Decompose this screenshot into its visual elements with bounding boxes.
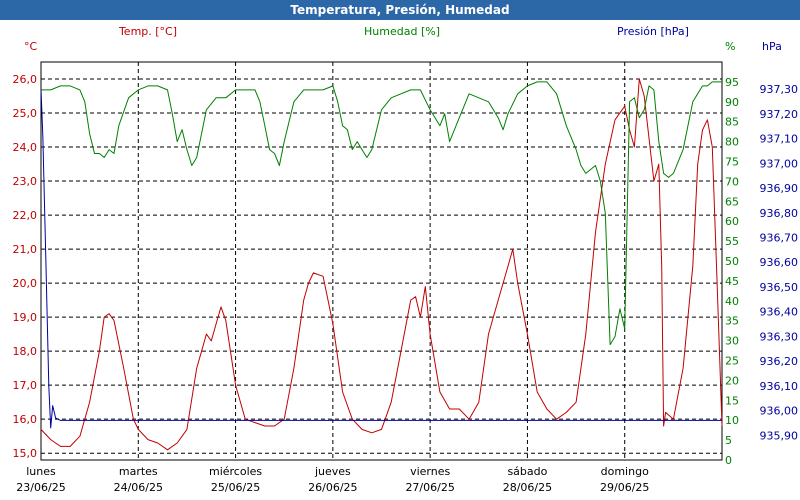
- temp-ticks: 15,0 16,0 17,0 18,0 19,0 20,0 21,0 22,0 23,0 24,0…: [13, 73, 38, 460]
- pres-axis-label: Presión [hPa]: [617, 25, 689, 38]
- x-tick-day: miércoles: [209, 465, 262, 478]
- pres-tick-label: 936,20: [760, 355, 799, 368]
- hum-tick-label: 90: [725, 96, 739, 109]
- hum-tick-label: 45: [725, 275, 739, 288]
- hum-tick-label: 20: [725, 374, 739, 387]
- hum-tick-label: 70: [725, 175, 739, 188]
- x-tick-day: jueves: [314, 465, 351, 478]
- temp-tick-label: 25,0: [13, 107, 38, 120]
- chart-title: Temperatura, Presión, Humedad: [0, 0, 800, 20]
- temp-tick-label: 22,0: [13, 209, 38, 222]
- pres-tick-label: 936,60: [760, 256, 799, 269]
- x-tick-date: 23/06/25: [16, 481, 65, 494]
- x-tick-date: 24/06/25: [114, 481, 163, 494]
- hum-tick-label: 15: [725, 394, 739, 407]
- hum-tick-label: 5: [725, 434, 732, 447]
- chart-area: Temp. [°C] Humedad [%] Presión [hPa] °C …: [13, 25, 799, 494]
- plot-frame: [40, 61, 723, 461]
- pres-tick-label: 937,20: [760, 108, 799, 121]
- temp-tick-label: 23,0: [13, 175, 38, 188]
- x-tick-day: martes: [119, 465, 158, 478]
- x-tick-date: 28/06/25: [503, 481, 552, 494]
- pres-tick-label: 936,40: [760, 306, 799, 319]
- pres-tick-label: 936,80: [760, 207, 799, 220]
- temp-tick-label: 19,0: [13, 311, 38, 324]
- temp-tick-label: 16,0: [13, 413, 38, 426]
- pres-tick-label: 937,00: [760, 157, 799, 170]
- hum-tick-label: 55: [725, 235, 739, 248]
- hum-tick-label: 80: [725, 136, 739, 149]
- hum-tick-label: 95: [725, 76, 739, 89]
- pres-tick-label: 937,30: [760, 83, 799, 96]
- hum-tick-label: 60: [725, 215, 739, 228]
- hum-tick-label: 40: [725, 295, 739, 308]
- hum-tick-label: 85: [725, 116, 739, 129]
- x-tick-date: 29/06/25: [600, 481, 649, 494]
- hum-tick-label: 75: [725, 156, 739, 169]
- pres-tick-label: 936,00: [760, 405, 799, 418]
- temp-tick-label: 20,0: [13, 277, 38, 290]
- hum-tick-label: 50: [725, 255, 739, 268]
- temp-tick-label: 15,0: [13, 447, 38, 460]
- temp-tick-label: 17,0: [13, 379, 38, 392]
- hum-tick-label: 30: [725, 335, 739, 348]
- x-tick-day: sábado: [507, 465, 547, 478]
- x-tick-day: viernes: [410, 465, 450, 478]
- x-tick-day: lunes: [26, 465, 56, 478]
- temp-unit: °C: [24, 40, 38, 53]
- x-tick-day: domingo: [601, 465, 649, 478]
- pres-tick-label: 936,90: [760, 182, 799, 195]
- pres-tick-label: 936,70: [760, 232, 799, 245]
- hum-tick-label: 65: [725, 195, 739, 208]
- temp-tick-label: 18,0: [13, 345, 38, 358]
- x-tick-date: 26/06/25: [308, 481, 357, 494]
- hum-axis-label: Humedad [%]: [364, 25, 440, 38]
- temp-tick-label: 26,0: [13, 73, 38, 86]
- pres-unit: hPa: [762, 40, 782, 53]
- pres-tick-label: 937,10: [760, 133, 799, 146]
- pres-ticks: 935,90 936,00 936,10 936,20 936,30 936,40 936,…: [760, 83, 799, 442]
- x-tick-date: 27/06/25: [405, 481, 454, 494]
- x-ticks: lunes 23/06/25 martes 24/06/25 miércoles 25/0…: [16, 465, 649, 494]
- hum-unit: %: [725, 40, 735, 53]
- hum-tick-label: 25: [725, 355, 739, 368]
- pres-tick-label: 936,10: [760, 380, 799, 393]
- temp-axis-label: Temp. [°C]: [118, 25, 177, 38]
- hum-tick-label: 0: [725, 454, 732, 467]
- temp-tick-label: 21,0: [13, 243, 38, 256]
- pres-tick-label: 936,50: [760, 281, 799, 294]
- hum-ticks: 0 5 10 15 20 25 30 35 40 45 50 55 60 65 70 75 80 85 90 95: [725, 76, 739, 467]
- temp-tick-label: 24,0: [13, 141, 38, 154]
- x-tick-date: 25/06/25: [211, 481, 260, 494]
- pres-tick-label: 935,90: [760, 429, 799, 442]
- pres-tick-label: 936,30: [760, 330, 799, 343]
- hum-tick-label: 10: [725, 414, 739, 427]
- hum-tick-label: 35: [725, 315, 739, 328]
